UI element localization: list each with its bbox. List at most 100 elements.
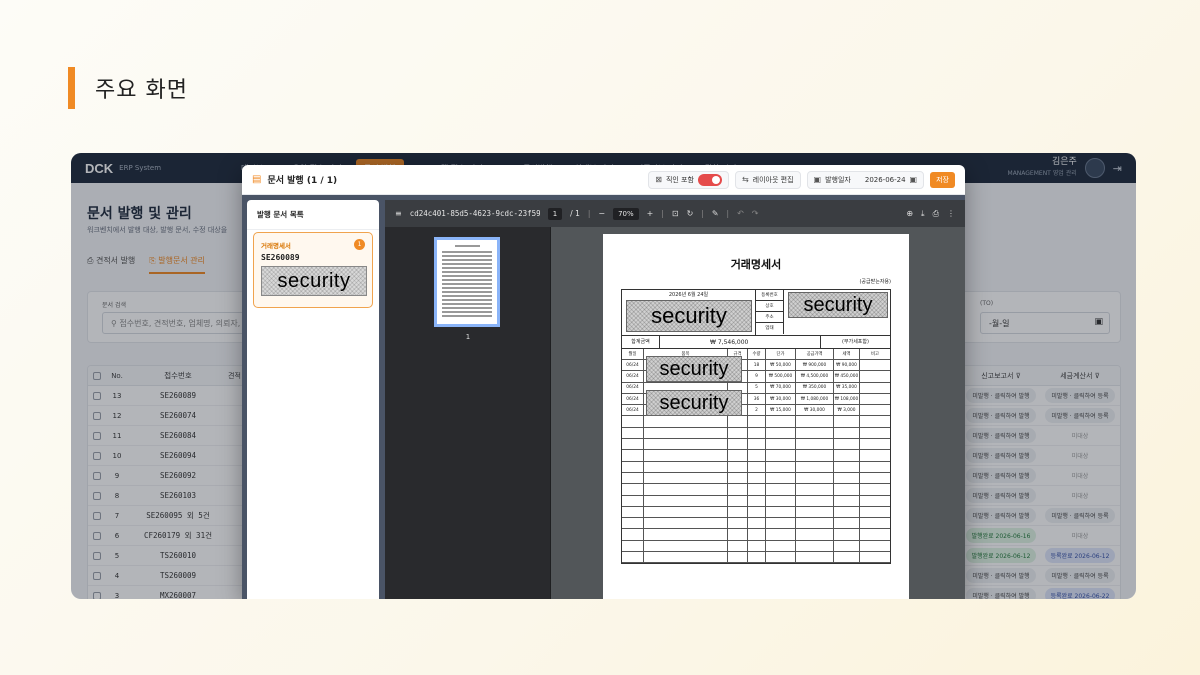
item-row [622, 416, 890, 428]
seal-toggle[interactable] [697, 173, 722, 186]
item-cell [644, 472, 728, 484]
item-cell: ₩ 500,000 [766, 371, 796, 382]
item-cell: 18 [748, 360, 766, 371]
total-value: ₩ 7,546,000 [710, 338, 749, 346]
download-icon[interactable]: ⤓ [921, 209, 925, 219]
item-cell [796, 472, 834, 484]
zoom-in-icon[interactable]: + [647, 209, 654, 218]
item-cell [622, 506, 644, 518]
item-cell [728, 484, 748, 495]
thumbnail-line [442, 299, 492, 301]
item-cell [796, 484, 834, 495]
reg-no-label: 등록번호 [756, 290, 784, 301]
item-cell [860, 541, 890, 551]
item-cell [796, 450, 834, 461]
page-thumbnail[interactable] [434, 237, 500, 327]
rotate-icon[interactable]: ↻ [687, 209, 694, 218]
item-col-header: 월일 [622, 349, 644, 359]
doc-card-number: SE260089 [261, 253, 300, 262]
item-cell [860, 507, 890, 517]
thumbnail-line [442, 259, 492, 261]
layout-edit-button[interactable]: ⇆ 레이아웃 편집 [734, 170, 801, 189]
item-cell [834, 472, 860, 484]
calendar-icon: ▣ [813, 175, 822, 184]
item-cell [622, 461, 644, 472]
pdf-filename: cd24c401-85d5-4623-9cdc-23f59c... [409, 209, 540, 218]
undo-icon[interactable]: ↶ [737, 209, 744, 218]
item-cell [644, 461, 728, 472]
thumbnail-line [442, 311, 492, 313]
item-cell: ₩ 350,000 [796, 382, 834, 393]
redo-icon[interactable]: ↷ [752, 209, 759, 218]
item-cell [860, 496, 890, 506]
item-cell [860, 529, 890, 539]
page-number-input[interactable]: 1 [547, 207, 563, 220]
item-cell [860, 552, 890, 562]
page-total: / 1 [570, 209, 580, 218]
thumbnail-line [442, 283, 492, 285]
item-cell [748, 495, 766, 506]
item-cell [860, 473, 890, 483]
item-cell [834, 439, 860, 450]
item-cell [860, 462, 890, 472]
menu-icon[interactable]: ≡ [395, 209, 402, 218]
item-cell [748, 540, 766, 552]
biz-label: 업태 [756, 323, 784, 334]
item-row [622, 450, 890, 462]
save-pdf-icon[interactable]: ⊕ [906, 209, 913, 218]
item-cell [644, 529, 728, 540]
issue-date-field[interactable]: ▣ 발행일자 2026-06-24 ▣ [806, 170, 925, 189]
item-cell [622, 416, 644, 427]
swap-icon: ⇆ [741, 175, 749, 184]
thumbnail-page-number: 1 [465, 333, 471, 341]
zoom-out-icon[interactable]: − [598, 209, 605, 218]
item-cell [748, 506, 766, 518]
item-row [622, 495, 890, 507]
item-cell [796, 529, 834, 540]
seal-toggle-group[interactable]: ⊠ 직인 포함 [648, 170, 729, 189]
item-cell [834, 416, 860, 427]
item-cell [796, 439, 834, 450]
save-button[interactable]: 저장 [930, 171, 955, 188]
addr-label: 주소 [756, 312, 784, 323]
item-cell [834, 529, 860, 540]
item-cell: ₩ 450,000 [834, 371, 860, 382]
calendar-picker-icon[interactable]: ▣ [910, 175, 918, 184]
print-icon[interactable]: ⎙ [933, 209, 939, 219]
item-col-header: 수량 [748, 349, 766, 359]
more-options-icon[interactable]: ⋮ [947, 209, 955, 218]
doc-card[interactable]: 거래명세서 1 SE260089 security [253, 232, 373, 308]
thumbnail-line [442, 279, 492, 281]
title-accent-bar [68, 67, 75, 109]
item-cell [748, 529, 766, 540]
item-cell [796, 427, 834, 439]
item-cell [644, 552, 728, 563]
item-row [622, 439, 890, 451]
item-cell: 06/24 [622, 371, 644, 382]
item-cell: ₩ 50,000 [766, 360, 796, 371]
item-cell [748, 484, 766, 495]
item-cell [728, 495, 748, 506]
item-cell [644, 540, 728, 552]
item-cell [796, 552, 834, 563]
item-cell: ₩ 30,000 [766, 393, 796, 405]
item-cell [834, 518, 860, 529]
item-cell: ₩ 35,000 [834, 382, 860, 393]
item-cell [622, 450, 644, 461]
item-cell: 06/24 [622, 393, 644, 405]
item-cell [766, 484, 796, 495]
fit-page-icon[interactable]: ⊡ [672, 209, 679, 218]
item-cell [796, 461, 834, 472]
document-icon: ▤ [252, 174, 262, 185]
annotate-icon[interactable]: ✎ [712, 209, 719, 218]
issue-date-label: 발행일자 [825, 175, 851, 184]
item-row [622, 518, 890, 530]
item-cell [834, 552, 860, 563]
item-cell [728, 540, 748, 552]
item-cell: ₩ 108,000 [834, 393, 860, 405]
item-cell [860, 383, 890, 393]
item-cell: ₩ 30,000 [796, 405, 834, 416]
pdf-viewer: ≡ cd24c401-85d5-4623-9cdc-23f59c... 1 / … [385, 200, 965, 599]
app-screenshot-frame: DCK ERP System 대시보드요약 접수/관리문서 발행LED모델 접수… [71, 153, 1136, 599]
zoom-input[interactable]: 70% [613, 207, 639, 220]
